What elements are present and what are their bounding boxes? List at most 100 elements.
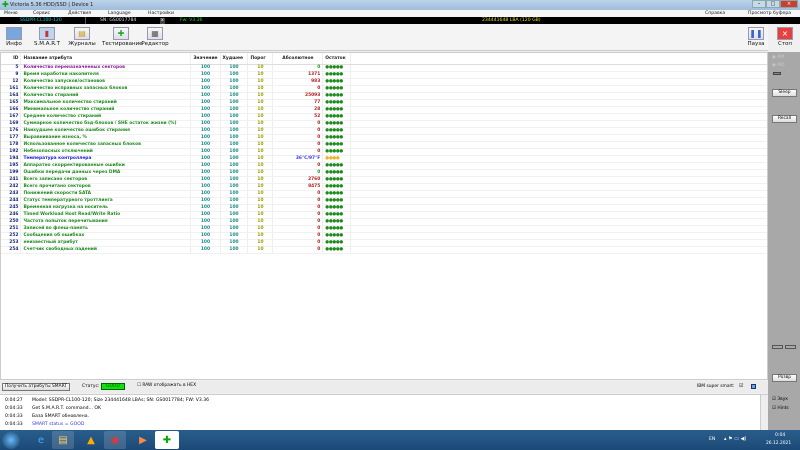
col-raw[interactable]: Абсолютное <box>272 53 324 65</box>
attr-name: Температура контроллера <box>20 155 192 163</box>
editor-button[interactable]: ▦ Редактор <box>140 27 170 47</box>
attr-id: 166 <box>1 106 22 114</box>
attr-threshold: 10 <box>247 246 274 254</box>
table-row[interactable]: 199 Ошибки передачи данных через DMA 100 10… <box>1 169 767 177</box>
attr-id: 252 <box>1 232 22 240</box>
table-row[interactable]: 195 Аппаратно скорректированные ошибки 100… <box>1 162 767 170</box>
attr-threshold: 10 <box>247 176 274 184</box>
attr-remain: ●●●●● <box>322 120 352 128</box>
menu-actions[interactable]: Действия <box>68 11 91 16</box>
table-row[interactable]: 9 Время наработки накопителя 100 100 10 1371 ●… <box>1 71 767 79</box>
table-row[interactable]: 164 Количество стираний 100 100 10 25093 ●●●●● <box>1 92 767 100</box>
table-row[interactable]: 253 неизвестный атрибут 100 100 10 0 ●●●●● <box>1 239 767 247</box>
start-button[interactable] <box>2 431 20 449</box>
victoria-task-icon[interactable]: ✚ <box>155 431 179 449</box>
device-serial: SN: GS0017784 <box>100 18 137 23</box>
info-button[interactable]: Инфо <box>1 27 27 47</box>
test-button[interactable]: ✚ Тестирование <box>102 27 143 47</box>
attr-threshold: 10 <box>247 99 274 107</box>
attr-worst: 100 <box>220 204 249 212</box>
attr-name: Количество исправных запасных блоков <box>20 85 192 93</box>
table-row[interactable]: 252 Сообщения об ошибках 100 100 10 0 ●●●●● <box>1 232 767 240</box>
attr-name: Аппаратно скорректированные ошибки <box>20 162 192 170</box>
smart-button[interactable]: ▮ S.M.A.R.T <box>32 27 62 47</box>
attr-worst: 100 <box>220 113 249 121</box>
attr-id: 176 <box>1 127 22 135</box>
table-row[interactable]: 242 Всего прочитано секторов 100 100 10 8475 ●… <box>1 183 767 191</box>
chrome-icon[interactable]: ◉ <box>104 431 126 449</box>
clock-time[interactable]: 0:04 <box>775 433 785 438</box>
menu-service[interactable]: Сервис <box>33 11 50 16</box>
recall-button[interactable]: Recall <box>772 115 797 123</box>
hints-checkbox[interactable]: ☑ Hints <box>772 406 789 411</box>
attr-name: Timed Workload Host Read/Write Ratio <box>20 211 192 219</box>
explorer-icon[interactable]: ▤ <box>52 431 74 449</box>
table-row[interactable]: 177 Выравнивание износа, % 100 100 10 0 ●●●●● <box>1 134 767 142</box>
get-smart-button[interactable]: Получить атрибуты SMART <box>2 383 70 391</box>
table-row[interactable]: 244 Статус температурного троттлинга 100 10… <box>1 197 767 205</box>
ibm-super-smart-checkbox[interactable]: ☑ <box>739 383 743 389</box>
table-row[interactable]: 169 Суммарное количество бэд-блоков / SHE… <box>1 120 767 128</box>
language-indicator[interactable]: EN <box>709 437 715 442</box>
stop-button[interactable]: × Стоп <box>772 27 798 47</box>
aimp-icon[interactable]: ▲ <box>80 431 102 449</box>
menu-help[interactable]: Справка <box>705 11 725 16</box>
log-scrollbar[interactable] <box>760 395 768 431</box>
attr-value: 100 <box>190 148 221 156</box>
table-row[interactable]: 241 Всего записано секторов 100 100 10 2760 ●●… <box>1 176 767 184</box>
info-icon <box>6 27 22 40</box>
table-row[interactable]: 165 Максимальное количество стираний 100 10… <box>1 99 767 107</box>
pio-radio[interactable]: ◉ PIO <box>772 63 785 68</box>
tray-icons[interactable]: ▴ ⚑ ▭ ◀) <box>724 436 746 442</box>
attr-worst: 100 <box>220 92 249 100</box>
table-row[interactable]: 161 Количество исправных запасных блоков 1… <box>1 85 767 93</box>
table-row[interactable]: 166 Минимальное количество стираний 100 100… <box>1 106 767 114</box>
clock-date[interactable]: 26.12.2021 <box>766 441 791 446</box>
attr-value: 100 <box>190 190 221 198</box>
logs-button[interactable]: ▤ Журналы <box>67 27 97 47</box>
table-row[interactable]: 251 Записей во флеш-память 100 100 10 0 ●●●●● <box>1 225 767 233</box>
table-row[interactable]: 178 Использованное количество запасных бл… <box>1 141 767 149</box>
reset-button[interactable]: Розвр <box>772 374 797 382</box>
table-row[interactable]: 12 Количество запусков/остановов 100 100 10 9… <box>1 78 767 86</box>
attr-raw: 0 <box>272 169 324 177</box>
sound-checkbox[interactable]: ☑ Звук <box>772 397 788 402</box>
col-id[interactable]: ID <box>1 53 22 65</box>
attr-worst: 100 <box>220 148 249 156</box>
menu-main[interactable]: Меню <box>4 11 18 16</box>
api-radio[interactable]: ◉ API <box>772 55 784 60</box>
col-threshold[interactable]: Порог <box>247 53 274 65</box>
pause-button[interactable]: ❚❚ Пауза <box>741 27 771 47</box>
editor-icon: ▦ <box>147 27 163 40</box>
table-row[interactable]: 194 Температура контроллера 100 100 10 36°C/9… <box>1 155 767 163</box>
col-value[interactable]: Значение <box>190 53 221 65</box>
device-x-button[interactable]: x <box>160 17 165 24</box>
table-row[interactable]: 250 Частота попыток перечитывания 100 100 10… <box>1 218 767 226</box>
table-row[interactable]: 243 Понижений скорости SATA 100 100 10 0 ●●●●● <box>1 190 767 198</box>
menu-settings[interactable]: Настройки <box>148 11 174 16</box>
maximize-button[interactable]: □ <box>766 0 780 8</box>
close-button[interactable]: × <box>780 0 798 8</box>
raw-hex-checkbox[interactable]: ☐ RAW отображать в HEX <box>137 383 196 388</box>
table-row[interactable]: 176 Наихудшее количество ошибок стирания 1… <box>1 127 767 135</box>
ie-icon[interactable]: e <box>30 431 52 449</box>
attr-remain: ●●●●● <box>322 183 352 191</box>
minimize-button[interactable]: – <box>752 0 766 8</box>
table-row[interactable]: 246 Timed Workload Host Read/Write Ratio 1… <box>1 211 767 219</box>
attr-raw: 0 <box>272 162 324 170</box>
table-row[interactable]: 192 Небезопасных отключений 100 100 10 0 ●●●●● <box>1 148 767 156</box>
menu-language[interactable]: Language <box>108 11 131 16</box>
table-row[interactable]: 5 Количество переназначенных секторов 100 1… <box>1 64 767 72</box>
table-row[interactable]: 167 Среднее количество стираний 100 100 10 52… <box>1 113 767 121</box>
table-row[interactable]: 245 Временная нагрузка на носитель 100 100 1… <box>1 204 767 212</box>
menu-clipboard[interactable]: Просмотр буфера <box>748 11 791 16</box>
table-row[interactable]: 254 Счетчик свободных падений 100 100 10 0 ●●●… <box>1 246 767 254</box>
col-worst[interactable]: Худшее <box>220 53 249 65</box>
attr-name: Всего записано секторов <box>20 176 192 184</box>
col-name[interactable]: Название атрибута <box>20 53 192 65</box>
attr-remain: ●●●●● <box>322 232 352 240</box>
col-remain[interactable]: Остаток <box>322 53 352 65</box>
sleep-button[interactable]: Sleep <box>772 89 797 97</box>
attr-name: Среднее количество стираний <box>20 113 192 121</box>
media-player-icon[interactable]: ▶ <box>132 431 154 449</box>
